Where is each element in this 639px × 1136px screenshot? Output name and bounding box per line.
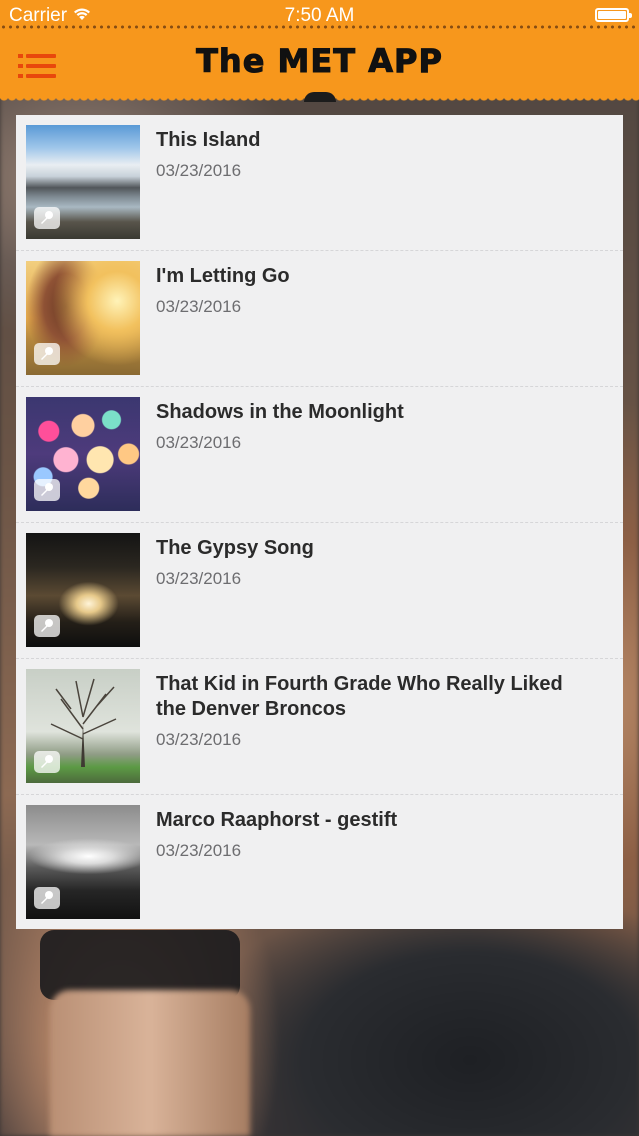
sunset-girl-photo: [26, 261, 140, 375]
item-date: 03/23/2016: [156, 841, 242, 860]
bokeh-lights-photo: [26, 397, 140, 511]
nav-notch: [304, 92, 336, 102]
background-arm: [50, 990, 250, 1136]
microphone-icon: [34, 479, 60, 501]
item-title: Marco Raaphorst - gestift: [156, 809, 398, 831]
microphone-icon: [34, 887, 60, 909]
status-time: 7:50 AM: [284, 5, 355, 26]
lake-mountains-photo: [26, 125, 140, 239]
microphone-icon: [34, 207, 60, 229]
microphone-icon: [34, 751, 60, 773]
nav-bar: Carrier 7:50 AM The MET APP: [0, 0, 639, 104]
song-list: This Island 03/23/2016 I'm Letting Go 03…: [16, 115, 623, 929]
item-title: That Kid in Fourth Grade Who Really Like…: [156, 673, 563, 720]
item-date: 03/23/2016: [156, 297, 242, 316]
bare-tree-photo: [26, 669, 140, 783]
concert-crowd-photo: [26, 533, 140, 647]
list-item[interactable]: Marco Raaphorst - gestift 03/23/2016: [16, 795, 623, 931]
list-item[interactable]: Shadows in the Moonlight 03/23/2016: [16, 387, 623, 523]
item-date: 03/23/2016: [156, 161, 242, 180]
dotted-divider: [0, 25, 639, 29]
item-date: 03/23/2016: [156, 730, 242, 749]
microphone-icon: [34, 343, 60, 365]
list-item[interactable]: I'm Letting Go 03/23/2016: [16, 251, 623, 387]
list-item[interactable]: This Island 03/23/2016: [16, 115, 623, 251]
item-title: The Gypsy Song: [156, 537, 314, 559]
list-item[interactable]: The Gypsy Song 03/23/2016: [16, 523, 623, 659]
list-item[interactable]: That Kid in Fourth Grade Who Really Like…: [16, 659, 623, 795]
item-title: I'm Letting Go: [156, 265, 290, 287]
item-date: 03/23/2016: [156, 569, 242, 588]
battery-icon: [595, 8, 632, 22]
bw-landscape-photo: [26, 805, 140, 919]
item-date: 03/23/2016: [156, 433, 242, 452]
item-title: Shadows in the Moonlight: [156, 401, 404, 423]
app-title: The MET APP: [196, 42, 443, 81]
item-title: This Island: [156, 129, 261, 151]
microphone-icon: [34, 615, 60, 637]
